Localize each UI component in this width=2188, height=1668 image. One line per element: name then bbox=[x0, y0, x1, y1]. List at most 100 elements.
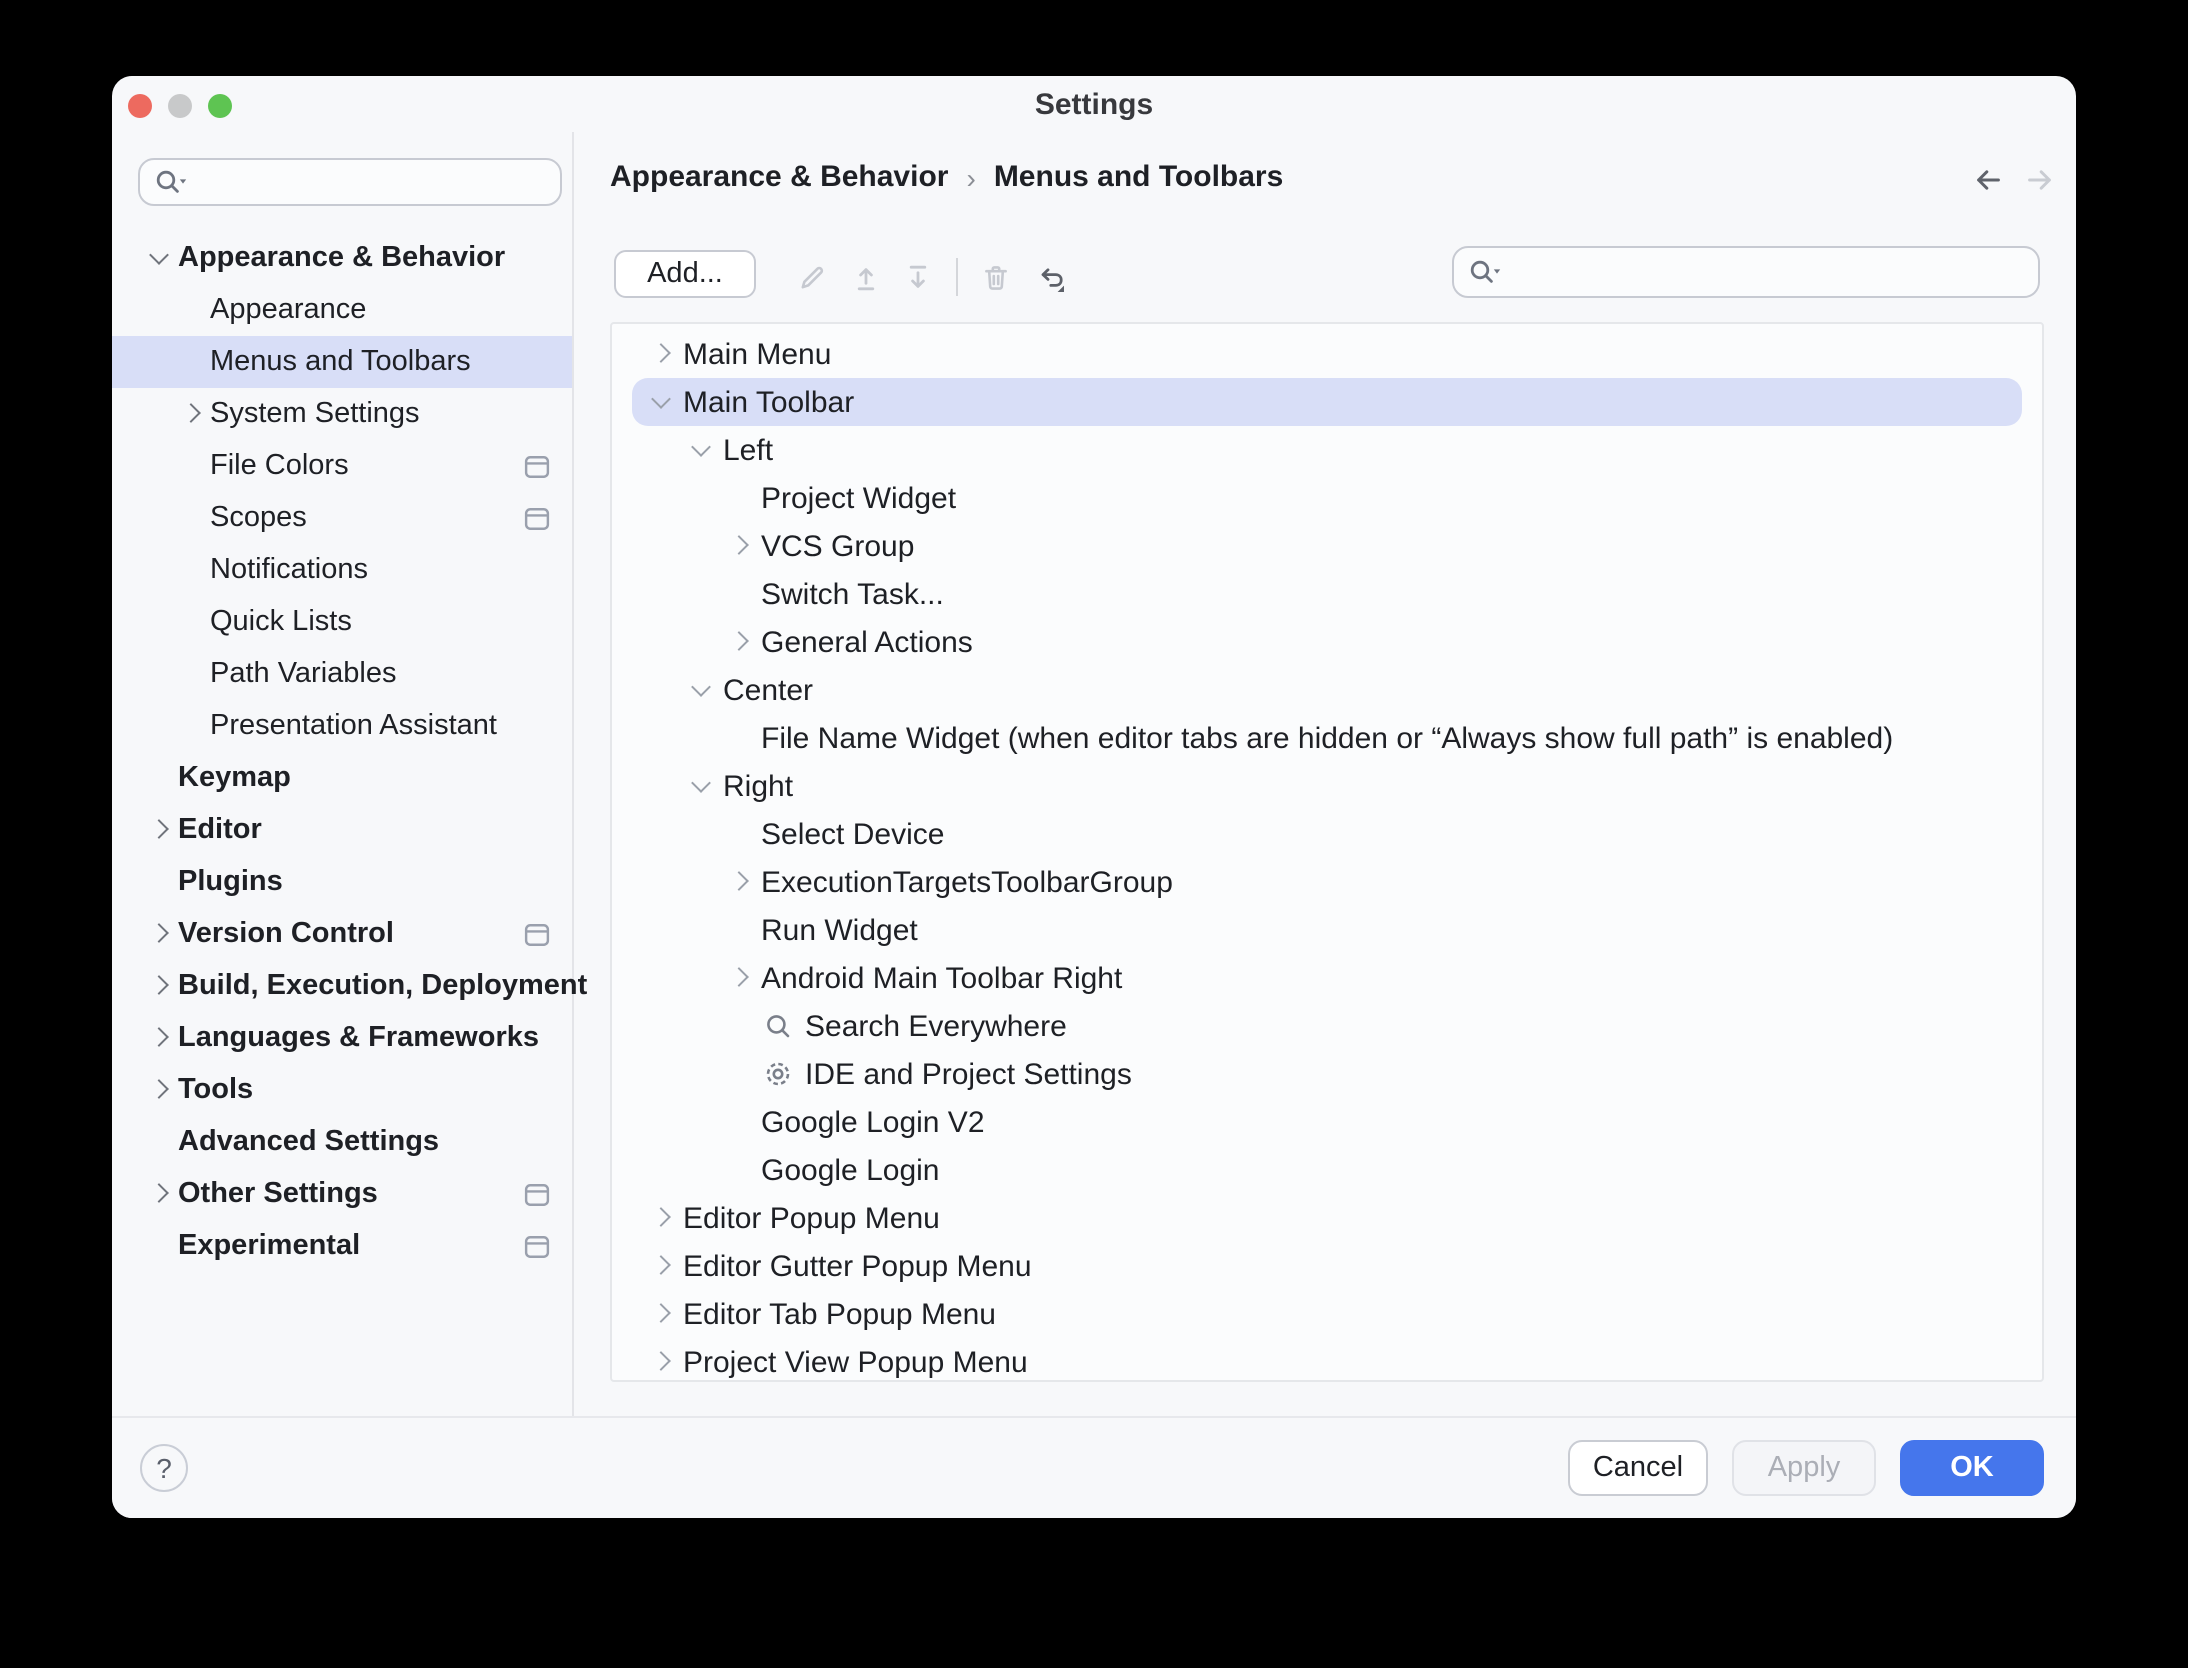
chevron-right-icon[interactable] bbox=[144, 815, 174, 845]
tree-item-project-view-popup-menu[interactable]: Project View Popup Menu bbox=[631, 1338, 2022, 1382]
add-button[interactable]: Add... bbox=[614, 250, 756, 298]
chevron-right-icon[interactable] bbox=[725, 531, 755, 561]
breadcrumb-appearance-behavior[interactable]: Appearance & Behavior bbox=[610, 160, 948, 194]
tree-item-executiontargetstoolbargroup[interactable]: ExecutionTargetsToolbarGroup bbox=[631, 858, 2022, 906]
chevron-spacer bbox=[176, 451, 206, 481]
breadcrumb-menus-and-toolbars: Menus and Toolbars bbox=[994, 160, 1283, 194]
tree-item-file-name-widget-when-editor-tabs-are-hidden-or-always-show-full-path-is-enabled[interactable]: File Name Widget (when editor tabs are h… bbox=[631, 714, 2022, 762]
chevron-right-icon[interactable] bbox=[647, 1299, 677, 1329]
tree-item-center[interactable]: Center bbox=[631, 666, 2022, 714]
sidebar-item-presentation-assistant[interactable]: Presentation Assistant bbox=[112, 700, 572, 752]
tree-item-general-actions[interactable]: General Actions bbox=[631, 618, 2022, 666]
chevron-right-icon[interactable] bbox=[144, 1179, 174, 1209]
sidebar-item-label: Menus and Toolbars bbox=[210, 346, 471, 378]
tree-item-search-everywhere[interactable]: Search Everywhere bbox=[631, 1002, 2022, 1050]
sidebar-item-scopes[interactable]: Scopes bbox=[112, 492, 572, 544]
zoom-button[interactable] bbox=[208, 93, 232, 117]
sidebar-item-system-settings[interactable]: System Settings bbox=[112, 388, 572, 440]
chevron-spacer bbox=[176, 607, 206, 637]
sidebar-item-advanced-settings[interactable]: Advanced Settings bbox=[112, 1116, 572, 1168]
settings-content: Appearance & Behavior › Menus and Toolba… bbox=[574, 132, 2076, 1418]
tree-item-editor-tab-popup-menu[interactable]: Editor Tab Popup Menu bbox=[631, 1290, 2022, 1338]
revert-icon[interactable] bbox=[1033, 261, 1065, 293]
tree-item-select-device[interactable]: Select Device bbox=[631, 810, 2022, 858]
ok-button[interactable]: OK bbox=[1900, 1440, 2044, 1496]
chevron-right-icon[interactable] bbox=[647, 339, 677, 369]
search-icon bbox=[152, 166, 192, 198]
traffic-lights bbox=[128, 93, 232, 117]
sidebar-item-languages-frameworks[interactable]: Languages & Frameworks bbox=[112, 1012, 572, 1064]
tree-item-editor-gutter-popup-menu[interactable]: Editor Gutter Popup Menu bbox=[631, 1242, 2022, 1290]
sidebar-item-other-settings[interactable]: Other Settings bbox=[112, 1168, 572, 1220]
window-icon bbox=[522, 919, 552, 949]
chevron-right-icon[interactable] bbox=[647, 1251, 677, 1281]
sidebar-item-editor[interactable]: Editor bbox=[112, 804, 572, 856]
tree-item-ide-and-project-settings[interactable]: IDE and Project Settings bbox=[631, 1050, 2022, 1098]
sidebar-item-quick-lists[interactable]: Quick Lists bbox=[112, 596, 572, 648]
help-button[interactable]: ? bbox=[140, 1444, 188, 1492]
close-button[interactable] bbox=[128, 93, 152, 117]
sidebar-item-keymap[interactable]: Keymap bbox=[112, 752, 572, 804]
edit-icon[interactable] bbox=[796, 261, 828, 293]
minimize-button[interactable] bbox=[168, 93, 192, 117]
sidebar-item-notifications[interactable]: Notifications bbox=[112, 544, 572, 596]
tree-item-vcs-group[interactable]: VCS Group bbox=[631, 522, 2022, 570]
tree-item-run-widget[interactable]: Run Widget bbox=[631, 906, 2022, 954]
tree-item-label: Left bbox=[723, 433, 773, 467]
sidebar-item-path-variables[interactable]: Path Variables bbox=[112, 648, 572, 700]
tree-item-main-menu[interactable]: Main Menu bbox=[631, 330, 2022, 378]
tree-item-switch-task[interactable]: Switch Task... bbox=[631, 570, 2022, 618]
search-icon bbox=[1466, 256, 1506, 288]
delete-icon[interactable] bbox=[981, 261, 1013, 293]
chevron-right-icon[interactable] bbox=[725, 963, 755, 993]
chevron-right-icon[interactable] bbox=[144, 1023, 174, 1053]
sidebar-item-build-execution-deployment[interactable]: Build, Execution, Deployment bbox=[112, 960, 572, 1012]
chevron-down-icon[interactable] bbox=[687, 771, 717, 801]
tree-item-android-main-toolbar-right[interactable]: Android Main Toolbar Right bbox=[631, 954, 2022, 1002]
tree-item-google-login[interactable]: Google Login bbox=[631, 1146, 2022, 1194]
sidebar-item-file-colors[interactable]: File Colors bbox=[112, 440, 572, 492]
move-up-icon[interactable] bbox=[849, 261, 881, 293]
tree-search-input[interactable] bbox=[1506, 255, 2026, 289]
sidebar-item-tools[interactable]: Tools bbox=[112, 1064, 572, 1116]
tree-search-field[interactable] bbox=[1452, 246, 2040, 298]
chevron-right-icon[interactable] bbox=[144, 971, 174, 1001]
chevron-right-icon[interactable] bbox=[725, 867, 755, 897]
chevron-spacer bbox=[725, 723, 755, 753]
chevron-spacer bbox=[144, 1231, 174, 1261]
sidebar-item-label: Quick Lists bbox=[210, 606, 352, 638]
sidebar-item-label: File Colors bbox=[210, 450, 349, 482]
chevron-down-icon[interactable] bbox=[687, 435, 717, 465]
tree-item-main-toolbar[interactable]: Main Toolbar bbox=[631, 378, 2022, 426]
tree-item-left[interactable]: Left bbox=[631, 426, 2022, 474]
forward-arrow-icon[interactable] bbox=[2024, 164, 2056, 196]
chevron-right-icon[interactable] bbox=[144, 1075, 174, 1105]
chevron-right-icon[interactable] bbox=[144, 919, 174, 949]
tree-item-editor-popup-menu[interactable]: Editor Popup Menu bbox=[631, 1194, 2022, 1242]
settings-sidebar: Appearance & Behavior Appearance Menus a… bbox=[112, 132, 574, 1418]
chevron-right-icon[interactable] bbox=[725, 627, 755, 657]
sidebar-search-input[interactable] bbox=[192, 165, 548, 199]
tree-item-google-login-v2[interactable]: Google Login V2 bbox=[631, 1098, 2022, 1146]
move-down-icon[interactable] bbox=[902, 261, 934, 293]
chevron-down-icon[interactable] bbox=[687, 675, 717, 705]
sidebar-item-plugins[interactable]: Plugins bbox=[112, 856, 572, 908]
search-icon bbox=[761, 1010, 793, 1042]
back-arrow-icon[interactable] bbox=[1972, 164, 2004, 196]
chevron-down-icon[interactable] bbox=[144, 243, 174, 273]
sidebar-search-field[interactable] bbox=[138, 158, 562, 206]
sidebar-item-experimental[interactable]: Experimental bbox=[112, 1220, 572, 1272]
tree-item-project-widget[interactable]: Project Widget bbox=[631, 474, 2022, 522]
sidebar-item-appearance[interactable]: Appearance bbox=[112, 284, 572, 336]
sidebar-item-version-control[interactable]: Version Control bbox=[112, 908, 572, 960]
apply-button[interactable]: Apply bbox=[1732, 1440, 1876, 1496]
chevron-right-icon[interactable] bbox=[176, 399, 206, 429]
chevron-down-icon[interactable] bbox=[647, 387, 677, 417]
chevron-right-icon[interactable] bbox=[647, 1203, 677, 1233]
cancel-button[interactable]: Cancel bbox=[1568, 1440, 1708, 1496]
sidebar-item-label: Appearance & Behavior bbox=[178, 242, 505, 274]
chevron-right-icon[interactable] bbox=[647, 1347, 677, 1377]
sidebar-item-menus-and-toolbars[interactable]: Menus and Toolbars bbox=[112, 336, 572, 388]
sidebar-item-appearance-behavior[interactable]: Appearance & Behavior bbox=[112, 232, 572, 284]
tree-item-right[interactable]: Right bbox=[631, 762, 2022, 810]
